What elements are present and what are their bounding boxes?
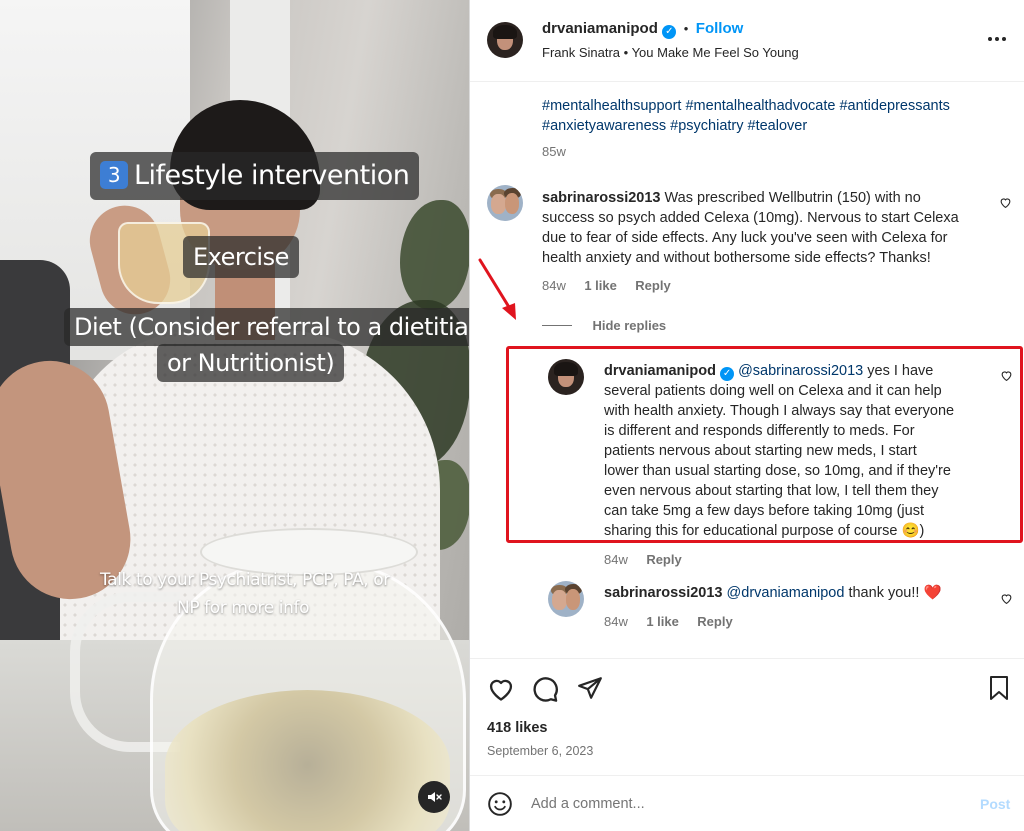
likes-count[interactable]: 418 likes xyxy=(487,720,547,736)
comment-meta: 84w 1 like Reply xyxy=(542,277,671,295)
video-caption-diet: Diet (Consider referral to a dietitian xyxy=(64,308,469,346)
comment-likes[interactable]: 1 like xyxy=(584,278,617,293)
post-date: September 6, 2023 xyxy=(487,744,594,758)
comment-username[interactable]: sabrinarossi2013 xyxy=(542,190,661,206)
replies-line xyxy=(542,325,572,326)
reply-time: 84w xyxy=(604,552,628,567)
post-comment-button[interactable]: Post xyxy=(980,796,1010,812)
caption-time: 85w xyxy=(542,144,566,159)
reply-time: 84w xyxy=(604,614,628,629)
reply-text: thank you!! xyxy=(848,585,920,601)
comment-text: due to fear of side effects. Any luck yo… xyxy=(542,230,948,246)
annotation-highlight-box xyxy=(506,346,1023,543)
plant xyxy=(400,200,469,310)
hashtags-line[interactable]: #mentalhealthsupport #mentalhealthadvoca… xyxy=(542,96,950,116)
keycap-number: 3 xyxy=(100,161,128,189)
video-caption-title: 3 Lifestyle intervention xyxy=(90,152,420,200)
caption-hashtags[interactable]: #mentalhealthsupport #mentalhealthadvoca… xyxy=(542,96,950,136)
separator-dot: • xyxy=(683,21,689,36)
reply-button[interactable]: Reply xyxy=(635,278,670,293)
comment-text: success so psych added Celexa (10mg). Ne… xyxy=(542,210,959,226)
share-icon[interactable] xyxy=(577,675,603,701)
emoji-icon[interactable] xyxy=(487,791,513,817)
avatar[interactable] xyxy=(548,581,584,617)
comment-text: Was prescribed Wellbutrin (150) with no xyxy=(664,190,921,206)
reply-button[interactable]: Reply xyxy=(697,614,732,629)
comment-text: health anxiety and without bothersome si… xyxy=(542,250,931,266)
reply-meta: 84w 1 like Reply xyxy=(604,613,733,631)
mute-button[interactable] xyxy=(418,781,450,813)
add-comment-bar: Post xyxy=(470,775,1024,831)
reply-meta: 84w Reply xyxy=(604,551,682,569)
follow-button[interactable]: Follow xyxy=(696,20,744,37)
comment-input[interactable] xyxy=(531,792,951,816)
author-username[interactable]: drvaniamanipod xyxy=(542,20,658,37)
avatar[interactable] xyxy=(487,22,523,58)
heart-outline-icon[interactable] xyxy=(999,196,1012,209)
reply-likes[interactable]: 1 like xyxy=(646,614,679,629)
more-horizontal-icon xyxy=(988,37,1006,41)
hashtags-line[interactable]: #anxietyawareness #psychiatry #tealover xyxy=(542,116,950,136)
comment-time: 84w xyxy=(542,278,566,293)
comment-icon[interactable] xyxy=(531,675,559,703)
video-caption-exercise: Exercise xyxy=(183,236,299,278)
reply-button[interactable]: Reply xyxy=(646,552,681,567)
red-heart-emoji-icon: ❤️ xyxy=(923,585,942,601)
heart-outline-icon[interactable] xyxy=(1000,592,1013,605)
post-media-video[interactable]: 3 Lifestyle intervention Exercise Diet (C… xyxy=(0,0,469,831)
verified-badge-icon: ✓ xyxy=(662,25,677,39)
hide-replies-toggle[interactable]: Hide replies xyxy=(542,317,666,335)
comment-body: sabrinarossi2013 Was prescribed Wellbutr… xyxy=(542,188,982,268)
bookmark-icon[interactable] xyxy=(987,675,1011,701)
hide-replies-label[interactable]: Hide replies xyxy=(592,318,666,333)
video-caption-diet-2: or Nutritionist) xyxy=(157,344,345,382)
caption-title-text: Lifestyle intervention xyxy=(134,160,410,191)
reply-username[interactable]: sabrinarossi2013 xyxy=(604,585,723,601)
more-options-button[interactable] xyxy=(986,28,1008,55)
reply-body: sabrinarossi2013 @drvaniamanipod thank y… xyxy=(604,583,942,603)
video-overlay-text: Talk to your Psychiatrist, PCP, PA, or xyxy=(100,570,390,590)
audio-track[interactable]: Frank Sinatra • You Make Me Feel So Youn… xyxy=(542,45,799,60)
post-actions-bar: 418 likes September 6, 2023 xyxy=(470,658,1024,778)
video-overlay-text-2: NP for more info xyxy=(177,598,310,618)
avatar[interactable] xyxy=(487,185,523,221)
reply-mention[interactable]: @drvaniamanipod xyxy=(727,585,845,601)
heart-icon[interactable] xyxy=(487,675,515,703)
annotation-arrow-icon xyxy=(478,258,516,320)
speaker-muted-icon xyxy=(428,792,442,802)
post-header: drvaniamanipod ✓ • Follow Frank Sinatra … xyxy=(470,0,1024,82)
